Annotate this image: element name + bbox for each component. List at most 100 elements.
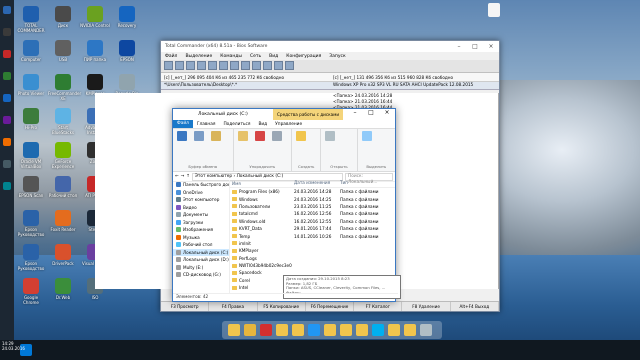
desktop-icon[interactable]: DriverPack [48,244,78,266]
paste-button[interactable] [209,131,223,141]
f5-copy-button[interactable]: F5 Копирование [258,302,306,311]
desktop-icon[interactable]: Oracle VM VirtualBox [16,142,46,169]
launcher-app-icon[interactable] [3,94,11,102]
folder-icon[interactable] [244,324,256,336]
toolbar-notepad-icon[interactable] [285,61,294,70]
file-row[interactable]: NWTI043b94b02c9ec3e0 [230,262,395,269]
desktop-icon[interactable]: EPSON [112,40,142,62]
toolbar-forward-icon[interactable] [219,61,228,70]
nav-item[interactable]: Рабочий стол [173,241,229,249]
toolbar-pack-icon[interactable] [230,61,239,70]
folder-icon[interactable] [228,324,240,336]
tab-file[interactable]: Файл [173,120,193,128]
rename-button[interactable] [270,131,284,141]
tab-view[interactable]: Вид [254,122,271,127]
select-all-button[interactable] [360,131,374,141]
maximize-icon[interactable]: □ [467,43,483,50]
folder-icon[interactable] [388,324,400,336]
tc-menu-file[interactable]: Файл [165,54,177,59]
launcher-app-icon[interactable] [3,116,11,124]
tab-home[interactable]: Главная [193,122,220,127]
tc-menu-net[interactable]: Сеть [250,54,261,59]
desktop-icon[interactable]: Hi-Pro [16,108,46,130]
tray-clock[interactable]: 14:29 24.03.2016 [2,341,25,351]
toolbar-refresh-icon[interactable] [164,61,173,70]
folder-icon[interactable] [356,324,368,336]
file-row[interactable]: totalcmd 16.02.2016 12:56 Папка с файлами [230,210,395,217]
minimize-icon[interactable]: – [347,109,363,116]
tab-manage[interactable]: Управление [271,122,306,127]
tc-menu-commands[interactable]: Команды [220,54,242,59]
toolbar-rename-icon[interactable] [263,61,272,70]
folder-icon[interactable] [276,324,288,336]
toolbar-select-icon[interactable] [197,61,206,70]
desktop-icon[interactable]: USB [48,40,78,62]
explorer-title-bar[interactable]: Локальный диск (C:) Средства работы с ди… [173,109,395,120]
column-name[interactable]: Имя [230,180,294,187]
tc-menu-view[interactable]: Вид [269,54,278,59]
pin-quick-access-button[interactable] [175,131,189,141]
f8-delete-button[interactable]: F8 Удаление [402,302,451,311]
tc-title-bar[interactable]: Total Commander (x64) 8.51a - Bios Softw… [161,41,499,52]
tc-right-drive-info[interactable]: [c] [_нет_] 131 496 356 Кб из 515 960 82… [330,75,499,80]
column-date[interactable]: Дата изменения [294,180,340,187]
copy-button[interactable] [192,131,206,141]
skype-icon[interactable] [308,324,320,336]
minimize-icon[interactable]: – [451,43,467,50]
desktop-icon[interactable]: Dr.Web [48,278,78,300]
up-arrow-icon[interactable]: ↑ [186,174,190,179]
document-icon[interactable] [488,3,500,17]
new-folder-button[interactable] [294,131,308,141]
tc-menu-config[interactable]: Конфигурация [286,54,321,59]
nav-item[interactable]: Загрузки [173,219,229,227]
tab-share[interactable]: Поделиться [219,122,254,127]
toolbar-ftp-icon[interactable] [274,61,283,70]
launcher-app-icon[interactable] [3,182,11,190]
alt-f4-exit-button[interactable]: Alt+F4 Выход [451,302,499,311]
nav-item[interactable]: Изображения [173,226,229,234]
tc-menu-select[interactable]: Выделение [185,54,212,59]
toolbar-back-icon[interactable] [208,61,217,70]
toolbar-search-icon[interactable] [252,61,261,70]
folder-icon[interactable] [324,324,336,336]
close-icon[interactable]: × [483,43,499,50]
launcher-app-icon[interactable] [3,72,11,80]
file-row[interactable]: KVRT_Data 29.01.2016 17:44 Папка с файлами [230,225,395,232]
toolbar-tree-icon[interactable] [186,61,195,70]
nav-item[interactable]: Локальный диск (C:) [173,248,229,256]
desktop-icon[interactable]: Диск [48,6,78,28]
file-row[interactable]: Temp 14.01.2016 10:26 Папка с файлами [230,232,395,239]
f6-move-button[interactable]: F6 Перемещение [306,302,355,311]
f7-mkdir-button[interactable]: F7 Каталог [354,302,403,311]
nav-item[interactable]: Multy (E:) [173,264,229,272]
nav-item[interactable]: Видео [173,204,229,212]
file-row[interactable]: Program Files (x86) 24.03.2016 14:28 Папка… [230,188,395,195]
close-icon[interactable]: × [379,109,395,116]
folder-icon[interactable] [292,324,304,336]
drive-tools-context-tab[interactable]: Средства работы с дисками [273,109,344,120]
desktop-icon[interactable]: FreeCommander XE [48,74,81,101]
nav-item[interactable]: Локальный диск (D:) [173,256,229,264]
f4-edit-button[interactable]: F4 Правка [209,302,258,311]
desktop-icon[interactable]: Google Chrome [16,278,46,305]
file-row[interactable]: PerfLogs [230,255,395,262]
tc-right-path[interactable]: Windows XP Pro x32 SP3 VL RU SATA AHCI U… [330,82,499,89]
f3-view-button[interactable]: F3 Просмотр [161,302,210,311]
app-icon[interactable] [260,324,272,336]
nav-item[interactable]: CD-дисковод (G:) [173,271,229,279]
nav-item[interactable]: Этот компьютер [173,196,229,204]
file-row[interactable]: imInit [230,240,395,247]
column-type[interactable]: Тип [340,180,386,187]
file-row[interactable]: KMPlayer [230,247,395,254]
move-to-button[interactable] [236,131,250,141]
folder-icon[interactable] [404,324,416,336]
forward-arrow-icon[interactable]: → [181,174,185,179]
launcher-app-icon[interactable] [3,50,11,58]
tc-left-path[interactable]: *\Users\Пользователь\Desktop\*.* [161,82,330,89]
desktop-icon[interactable]: Epson Руководство [16,244,46,271]
nav-item[interactable]: OneDrive [173,189,229,197]
desktop-icon[interactable]: ПИР папка [80,40,110,62]
launcher-app-icon[interactable] [3,160,11,168]
desktop-icon[interactable]: GeForce Experience [48,142,78,169]
file-row[interactable]: Windows.old 16.02.2016 12:55 Папка с файла… [230,218,395,225]
